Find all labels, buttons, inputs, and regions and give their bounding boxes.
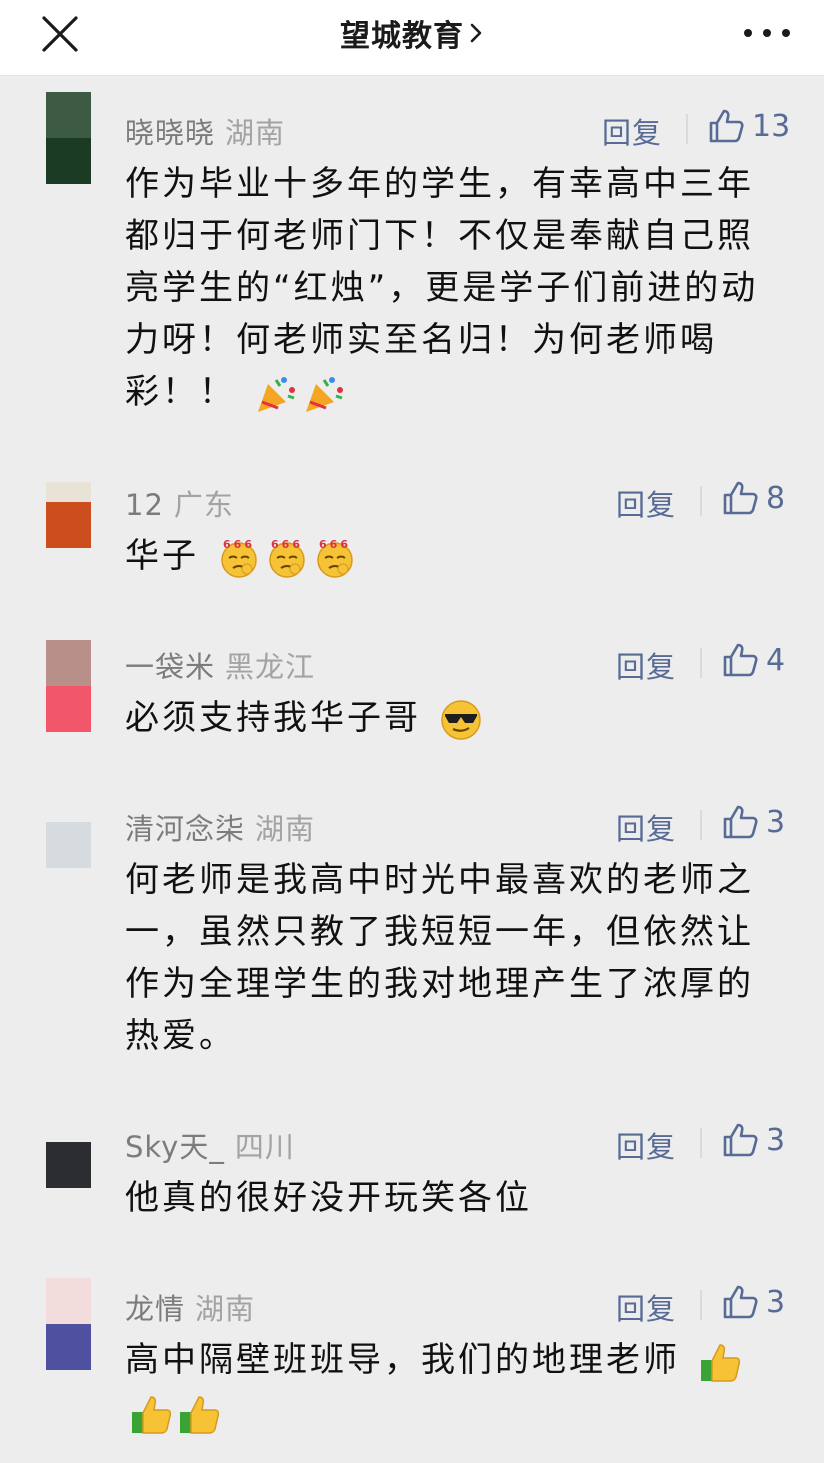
svg-text:666: 666: [271, 538, 303, 551]
thumbs-up-icon: [700, 1343, 740, 1382]
comment-text: 作为毕业十多年的学生，有幸高中三年都归于何老师门下！不仅是奉献自己照亮学生的“红…: [125, 164, 759, 412]
sunglasses-face-icon: [441, 699, 481, 740]
like-button[interactable]: 4: [722, 642, 785, 678]
comment-region: 四川: [234, 1130, 295, 1164]
title-link[interactable]: 望城教育: [0, 0, 824, 66]
divider: [700, 810, 702, 840]
divider: [700, 486, 702, 516]
comment-author[interactable]: 清河念柒: [125, 812, 245, 846]
666-face-icon: 666: [269, 538, 305, 578]
avatar[interactable]: [46, 640, 91, 732]
page-title: 望城教育: [340, 19, 464, 54]
thumbs-up-icon: [723, 481, 758, 515]
comment-author[interactable]: 龙情: [125, 1292, 185, 1326]
thumbs-up-icon: [723, 1285, 758, 1319]
reply-button[interactable]: 回复: [602, 110, 662, 152]
avatar[interactable]: [46, 482, 91, 548]
comment-text: 何老师是我高中时光中最喜欢的老师之一，虽然只教了我短短一年，但依然让作为全理学生…: [125, 860, 754, 1056]
like-count: 4: [766, 642, 786, 678]
svg-text:666: 666: [319, 538, 351, 551]
like-count: 3: [766, 804, 786, 840]
comment-region: 黑龙江: [225, 650, 316, 684]
like-button[interactable]: 13: [708, 108, 790, 144]
party-popper-icon: [305, 376, 343, 412]
like-count: 8: [766, 480, 786, 516]
divider: [700, 1290, 702, 1320]
comment-region: 湖南: [225, 116, 286, 150]
reply-button[interactable]: 回复: [616, 644, 676, 686]
avatar[interactable]: [46, 822, 91, 868]
reply-button[interactable]: 回复: [616, 806, 676, 848]
avatar[interactable]: [46, 1278, 91, 1370]
party-popper-icon: [257, 376, 295, 412]
comment-region: 湖南: [195, 1292, 256, 1326]
666-face-icon: 666: [221, 538, 257, 578]
comment-region: 广东: [173, 488, 234, 522]
more-dots-icon[interactable]: [744, 18, 790, 48]
comment-text: 高中隔壁班班导，我们的地理老师: [125, 1340, 680, 1380]
comment-text: 他真的很好没开玩笑各位: [125, 1178, 532, 1218]
like-count: 13: [752, 108, 791, 144]
divider: [700, 648, 702, 678]
reply-button[interactable]: 回复: [616, 1124, 676, 1166]
like-button[interactable]: 3: [722, 1284, 785, 1320]
divider: [686, 114, 688, 144]
comment-text: 华子: [125, 536, 199, 576]
comment-region: 湖南: [255, 812, 316, 846]
thumbs-up-icon: [723, 805, 758, 839]
thumbs-up-icon: [709, 109, 744, 143]
like-button[interactable]: 3: [722, 804, 785, 840]
like-count: 3: [766, 1284, 786, 1320]
comment-author[interactable]: Sky天_: [125, 1130, 225, 1164]
svg-text:666: 666: [223, 538, 255, 551]
thumbs-up-icon: [132, 1395, 172, 1434]
top-bar: 望城教育: [0, 0, 824, 76]
666-face-icon: 666: [317, 538, 353, 578]
thumbs-up-icon: [723, 643, 758, 677]
avatar[interactable]: [46, 92, 91, 184]
comment-text: 必须支持我华子哥: [125, 698, 421, 738]
reply-button[interactable]: 回复: [616, 1286, 676, 1328]
avatar[interactable]: [46, 1142, 91, 1188]
thumbs-up-icon: [180, 1395, 220, 1434]
comment-author[interactable]: 晓晓晓: [125, 116, 215, 150]
like-count: 3: [766, 1122, 786, 1158]
comment-author[interactable]: 一袋米: [125, 650, 215, 684]
comment-author[interactable]: 12: [125, 488, 164, 522]
reply-button[interactable]: 回复: [616, 482, 676, 524]
like-button[interactable]: 3: [722, 1122, 785, 1158]
thumbs-up-icon: [723, 1123, 758, 1157]
divider: [700, 1128, 702, 1158]
chevron-right-icon: [470, 23, 482, 43]
like-button[interactable]: 8: [722, 480, 785, 516]
